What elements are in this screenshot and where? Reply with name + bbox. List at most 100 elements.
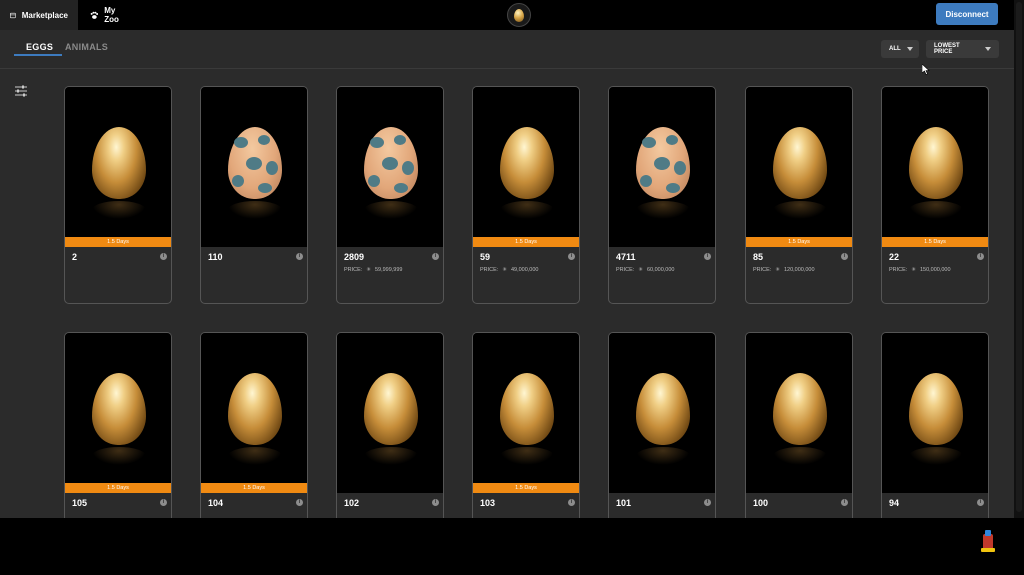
nav-tab-label: My Zoo xyxy=(104,6,119,24)
marketplace-main: EGGS ANIMALS ALL LOWEST PRICE 1.5 Days 2 i… xyxy=(0,30,1014,518)
price-row: PRICE: ✳ 60,000,000 xyxy=(616,267,674,273)
info-icon[interactable]: i xyxy=(432,499,439,506)
golden-egg xyxy=(773,127,827,199)
egg-image xyxy=(609,333,715,493)
golden-egg xyxy=(92,127,146,199)
egg-card[interactable]: 1.5 Days 59 i PRICE: ✳ 49,000,000 xyxy=(472,86,580,304)
info-icon[interactable]: i xyxy=(432,253,439,260)
egg-spot xyxy=(402,161,414,175)
egg-spot xyxy=(394,135,406,145)
golden-egg xyxy=(364,373,418,445)
spotted-egg xyxy=(228,127,282,199)
egg-card[interactable]: 1.5 Days 105 i xyxy=(64,332,172,518)
hatch-time-badge: 1.5 Days xyxy=(473,483,579,493)
egg-reflection xyxy=(909,201,963,219)
egg-spot xyxy=(246,157,262,170)
egg-image xyxy=(201,87,307,247)
currency-icon: ✳ xyxy=(638,267,643,273)
filter-dropdown[interactable]: ALL xyxy=(881,40,919,58)
top-navigation-bar: Marketplace My Zoo Disconnect xyxy=(0,0,1014,30)
price-label: PRICE: xyxy=(753,267,772,273)
golden-egg-logo[interactable] xyxy=(507,3,531,27)
egg-image xyxy=(882,333,988,493)
egg-card[interactable]: 102 i xyxy=(336,332,444,518)
egg-card[interactable]: 2809 i PRICE: ✳ 59,999,999 xyxy=(336,86,444,304)
spotted-egg xyxy=(364,127,418,199)
egg-id: 59 xyxy=(480,252,491,262)
info-icon[interactable]: i xyxy=(977,499,984,506)
sort-dropdown[interactable]: LOWEST PRICE xyxy=(926,40,999,58)
price-label: PRICE: xyxy=(616,267,635,273)
egg-spot xyxy=(382,157,398,170)
sliders-icon[interactable] xyxy=(14,85,28,97)
info-icon[interactable]: i xyxy=(160,499,167,506)
egg-card[interactable]: 1.5 Days 104 i xyxy=(200,332,308,518)
price-label: PRICE: xyxy=(480,267,499,273)
info-icon[interactable]: i xyxy=(977,253,984,260)
egg-reflection xyxy=(364,201,418,219)
egg-spot xyxy=(654,157,670,170)
price-value: 49,000,000 xyxy=(510,267,539,273)
price-value: 120,000,000 xyxy=(783,267,815,273)
egg-image xyxy=(337,87,443,247)
info-icon[interactable]: i xyxy=(296,499,303,506)
info-icon[interactable]: i xyxy=(296,253,303,260)
filter-dropdown-value: ALL xyxy=(889,46,901,52)
egg-id: 104 xyxy=(208,498,224,508)
egg-card[interactable]: 1.5 Days 22 i PRICE: ✳ 150,000,000 xyxy=(881,86,989,304)
info-icon[interactable]: i xyxy=(568,499,575,506)
egg-card[interactable]: 4711 i PRICE: ✳ 60,000,000 xyxy=(608,86,716,304)
info-icon[interactable]: i xyxy=(841,253,848,260)
chevron-down-icon xyxy=(906,47,913,51)
egg-image xyxy=(65,333,171,493)
disconnect-button[interactable]: Disconnect xyxy=(936,3,998,25)
egg-reflection xyxy=(92,447,146,465)
nav-tab-marketplace[interactable]: Marketplace xyxy=(0,0,78,30)
egg-spot xyxy=(266,161,278,175)
egg-card[interactable]: 1.5 Days 85 i PRICE: ✳ 120,000,000 xyxy=(745,86,853,304)
egg-card[interactable]: 101 i xyxy=(608,332,716,518)
egg-card[interactable]: 110 i xyxy=(200,86,308,304)
store-icon xyxy=(10,12,16,18)
price-row: PRICE: ✳ 49,000,000 xyxy=(480,267,538,273)
hatch-time-badge: 1.5 Days xyxy=(746,237,852,247)
egg-id: 103 xyxy=(480,498,496,508)
info-icon[interactable]: i xyxy=(568,253,575,260)
egg-id: 102 xyxy=(344,498,360,508)
egg-id: 101 xyxy=(616,498,632,508)
egg-reflection xyxy=(500,447,554,465)
egg-card[interactable]: 100 i xyxy=(745,332,853,518)
currency-icon: ✳ xyxy=(911,267,916,273)
golden-egg xyxy=(92,373,146,445)
egg-id: 2809 xyxy=(344,252,365,262)
egg-id: 22 xyxy=(889,252,900,262)
egg-card[interactable]: 1.5 Days 103 i xyxy=(472,332,580,518)
egg-spot xyxy=(234,137,248,148)
egg-spot xyxy=(666,135,678,145)
chevron-down-icon xyxy=(985,47,991,51)
egg-spot xyxy=(640,175,652,187)
egg-spot xyxy=(642,137,656,148)
egg-reflection xyxy=(228,447,282,465)
info-icon[interactable]: i xyxy=(841,499,848,506)
egg-reflection xyxy=(92,201,146,219)
price-row: PRICE: ✳ 120,000,000 xyxy=(753,267,815,273)
egg-id: 85 xyxy=(753,252,764,262)
egg-image xyxy=(609,87,715,247)
egg-id: 2 xyxy=(72,252,78,262)
tab-animals[interactable]: ANIMALS xyxy=(65,42,108,56)
info-icon[interactable]: i xyxy=(160,253,167,260)
info-icon[interactable]: i xyxy=(704,499,711,506)
header-divider xyxy=(0,68,1014,69)
egg-reflection xyxy=(500,201,554,219)
egg-image xyxy=(746,333,852,493)
egg-image xyxy=(473,87,579,247)
price-label: PRICE: xyxy=(344,267,363,273)
egg-card[interactable]: 94 i xyxy=(881,332,989,518)
scrollbar-thumb[interactable] xyxy=(1016,2,1022,512)
egg-card[interactable]: 1.5 Days 2 i xyxy=(64,86,172,304)
channel-watermark-logo xyxy=(981,530,995,552)
info-icon[interactable]: i xyxy=(704,253,711,260)
price-label: PRICE: xyxy=(889,267,908,273)
nav-tab-my-zoo[interactable]: My Zoo xyxy=(80,0,140,30)
